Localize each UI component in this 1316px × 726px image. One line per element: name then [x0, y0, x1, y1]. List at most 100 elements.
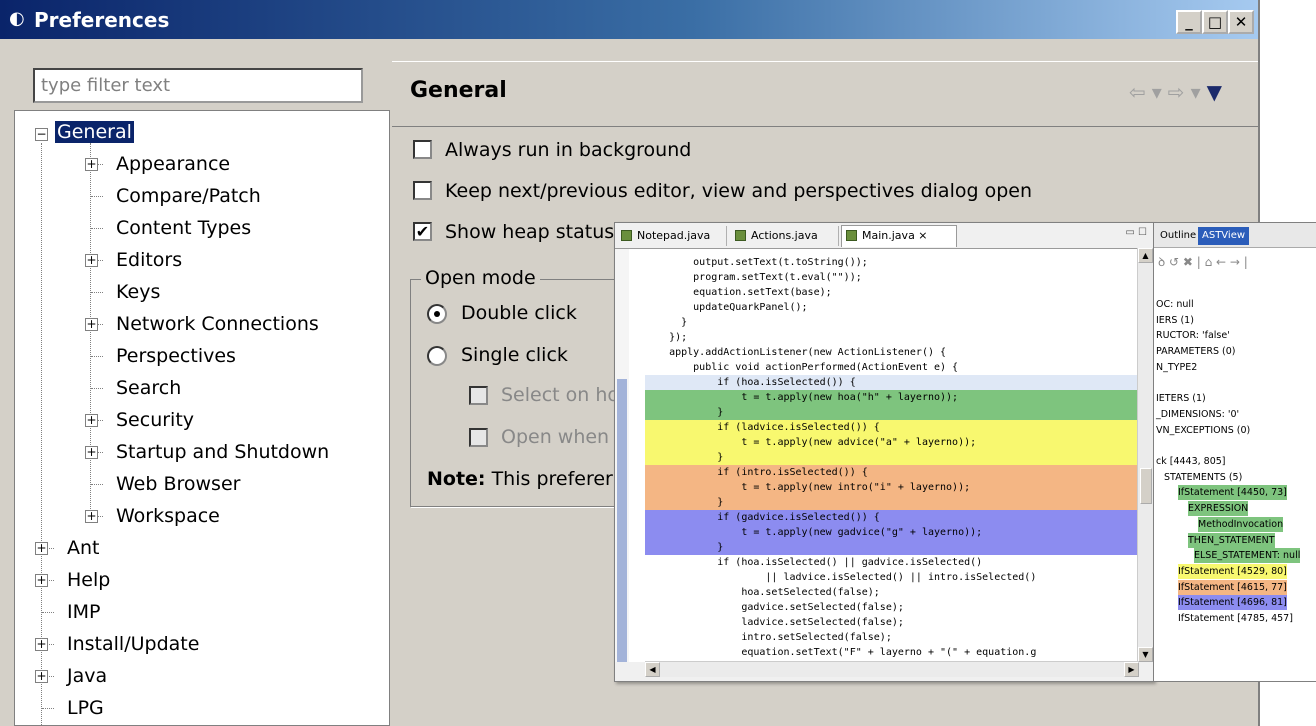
single-click-label: Single click	[461, 344, 568, 366]
open-when-checkbox[interactable]	[469, 428, 488, 447]
expand-icon[interactable]: +	[35, 574, 48, 587]
forward-arrow-icon[interactable]: ⇨	[1168, 80, 1191, 104]
scroll-right-icon[interactable]: ▶	[1124, 662, 1139, 677]
view-menu-icon[interactable]: ▼	[1207, 80, 1228, 104]
tab-label: Actions.java	[751, 229, 818, 242]
scroll-left-icon[interactable]: ◀	[645, 662, 660, 677]
filter-input[interactable]: type filter text	[33, 68, 363, 103]
select-on-hover-label: Select on ho	[501, 384, 620, 406]
tree-item[interactable]: Compare/Patch	[116, 181, 261, 211]
code-area[interactable]: output.setText(t.toString()); program.se…	[615, 248, 1139, 662]
tab-main-java[interactable]: Main.java ⨯	[841, 225, 957, 247]
ast-node[interactable]: IfStatement [4615, 77]	[1178, 579, 1287, 595]
expand-icon[interactable]: +	[85, 446, 98, 459]
close-button[interactable]: ✕	[1228, 10, 1254, 34]
expand-icon[interactable]: +	[85, 510, 98, 523]
tree-item[interactable]: Install/Update	[67, 629, 199, 659]
java-file-icon	[735, 230, 746, 241]
ast-node[interactable]: IETERS (1)	[1156, 391, 1206, 406]
tree-item[interactable]: Editors	[116, 245, 182, 275]
ast-node[interactable]: IfStatement [4696, 81]	[1178, 595, 1287, 611]
vertical-scrollbar[interactable]: ▲ ▼	[1137, 248, 1153, 662]
note-body: This preferer	[491, 468, 613, 490]
code-line: equation.setText(base);	[645, 287, 832, 298]
ast-node[interactable]: IfStatement [4450, 73]	[1178, 485, 1287, 501]
scroll-thumb[interactable]	[1140, 468, 1152, 504]
ast-node[interactable]: ELSE_STATEMENT: null	[1194, 548, 1301, 564]
expand-icon[interactable]: +	[85, 254, 98, 267]
tree-item-general[interactable]: General	[54, 117, 135, 147]
ast-node[interactable]: _DIMENSIONS: '0'	[1156, 407, 1239, 422]
collapse-icon[interactable]: −	[35, 128, 48, 141]
ast-node[interactable]: EXPRESSION	[1188, 501, 1249, 517]
code-line: public void actionPerformed(ActionEvent …	[645, 362, 959, 373]
forward-dropdown-icon[interactable]: ▾	[1191, 80, 1207, 104]
ast-node[interactable]: OC: null	[1156, 297, 1194, 312]
minimize-button[interactable]: _	[1176, 10, 1202, 34]
always-run-background-checkbox[interactable]	[413, 140, 432, 159]
minimize-maximize-icons[interactable]: ▭ ☐	[1125, 227, 1147, 238]
expand-icon[interactable]: +	[85, 158, 98, 171]
tree-connector	[42, 612, 54, 613]
ast-node[interactable]: IERS (1)	[1156, 313, 1194, 328]
tree-item[interactable]: Perspectives	[116, 341, 236, 371]
maximize-button[interactable]: □	[1202, 10, 1228, 34]
tree-item[interactable]: Java	[67, 661, 107, 691]
expand-icon[interactable]: +	[85, 414, 98, 427]
title-bar[interactable]: ◐ Preferences _ □ ✕	[0, 0, 1258, 39]
tree-item[interactable]: Workspace	[116, 501, 220, 531]
ast-node[interactable]: PARAMETERS (0)	[1156, 344, 1235, 359]
ast-node[interactable]: IfStatement [4785, 457]	[1178, 611, 1293, 626]
tree-item[interactable]: Help	[67, 565, 110, 595]
ast-node[interactable]: N_TYPE2	[1156, 360, 1197, 375]
tree-item[interactable]: Appearance	[116, 149, 230, 179]
tree-item[interactable]: LPG	[67, 693, 104, 723]
java-file-icon	[846, 230, 857, 241]
tab-astview[interactable]: ASTView	[1198, 227, 1250, 245]
ast-node[interactable]: THEN_STATEMENT	[1188, 532, 1275, 548]
scroll-down-icon[interactable]: ▼	[1138, 647, 1153, 662]
expand-icon[interactable]: +	[35, 542, 48, 555]
open-when-label: Open when	[501, 426, 610, 448]
back-dropdown-icon[interactable]: ▾	[1152, 80, 1168, 104]
tab-label: Main.java ⨯	[862, 229, 928, 242]
tree-item[interactable]: Security	[116, 405, 194, 435]
tree-item[interactable]: Web Browser	[116, 469, 240, 499]
double-click-radio[interactable]	[427, 304, 447, 324]
tab-notepad-java[interactable]: Notepad.java	[617, 226, 727, 246]
tab-actions-java[interactable]: Actions.java	[731, 226, 839, 246]
ast-node[interactable]: MethodInvocation	[1198, 516, 1284, 532]
horizontal-scrollbar[interactable]: ◀ ▶	[645, 661, 1139, 677]
scroll-up-icon[interactable]: ▲	[1138, 248, 1153, 263]
ast-node[interactable]: IfStatement [4529, 80]	[1178, 563, 1287, 579]
tab-outline[interactable]: Outline	[1156, 227, 1200, 245]
change-stripe	[617, 379, 627, 662]
code-line: if (intro.isSelected()) {	[645, 465, 1139, 480]
ast-node[interactable]: RUCTOR: 'false'	[1156, 328, 1230, 343]
expand-icon[interactable]: +	[35, 670, 48, 683]
java-editor-overlay: Notepad.java Actions.java Main.java ⨯ ▭ …	[614, 222, 1154, 682]
single-click-radio[interactable]	[427, 346, 447, 366]
keep-next-previous-checkbox[interactable]	[413, 181, 432, 200]
tree-item[interactable]: Search	[116, 373, 181, 403]
tree-item[interactable]: Content Types	[116, 213, 251, 243]
expand-icon[interactable]: +	[85, 318, 98, 331]
ast-node[interactable]: ck [4443, 805]	[1156, 454, 1226, 469]
page-header: General ⇦▾⇨▾▼	[392, 61, 1258, 127]
select-on-hover-checkbox[interactable]	[469, 386, 488, 405]
ast-node[interactable]: STATEMENTS (5)	[1164, 470, 1242, 485]
ast-node[interactable]: VN_EXCEPTIONS (0)	[1156, 423, 1250, 438]
tree-item[interactable]: Ant	[67, 533, 100, 563]
back-arrow-icon[interactable]: ⇦	[1129, 80, 1152, 104]
tree-item[interactable]: Network Connections	[116, 309, 319, 339]
tree-item[interactable]: IMP	[67, 597, 100, 627]
ast-toolbar[interactable]: ꝺ ↺ ✖ | ⌂ ← → |	[1158, 253, 1248, 270]
note-text: Note: This preferer	[427, 468, 613, 490]
expand-icon[interactable]: +	[35, 638, 48, 651]
tree-item[interactable]: Keys	[116, 277, 160, 307]
code-line: intro.setSelected(false);	[645, 632, 892, 643]
code-line: }	[645, 450, 1139, 465]
tree-item[interactable]: Startup and Shutdown	[116, 437, 329, 467]
double-click-label: Double click	[461, 302, 577, 324]
show-heap-status-checkbox[interactable]: ✔	[413, 222, 432, 241]
